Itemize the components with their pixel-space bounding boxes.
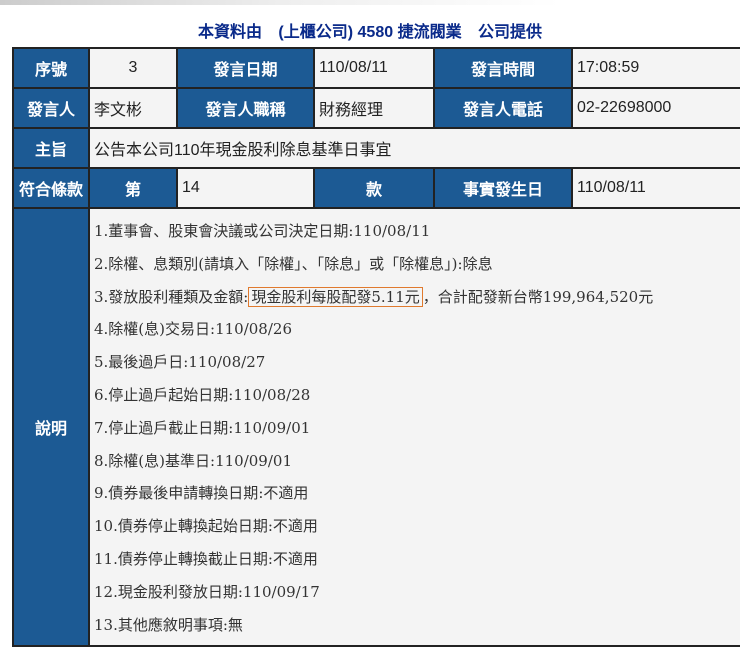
job-label: 發言人職稱 bbox=[176, 87, 315, 129]
desc-line: 9.債券最後申請轉換日期:不適用 bbox=[94, 484, 309, 503]
desc-line: 1.董事會、股東會決議或公司決定日期:110/08/11 bbox=[94, 222, 431, 240]
clause-di: 第 bbox=[88, 167, 178, 209]
highlighted-dividend: 現金股利每股配發5.11元 bbox=[248, 286, 423, 307]
desc-line: 2.除權、息類別(請填入「除權」、「除息」或「除權息」):除息 bbox=[94, 254, 493, 273]
fact-date-value: 110/08/11 bbox=[571, 167, 740, 209]
fact-date-label: 事實發生日 bbox=[433, 167, 573, 209]
seq-value: 3 bbox=[88, 47, 178, 89]
clause-label: 符合條款 bbox=[12, 167, 90, 209]
title-company: (上櫃公司) 4580 捷流閥業 bbox=[278, 24, 462, 41]
time-value: 17:08:59 bbox=[571, 47, 740, 89]
speaker-value: 李文彬 bbox=[88, 87, 178, 129]
desc-content: 1.董事會、股東會決議或公司決定日期:110/08/11 2.除權、息類別(請填… bbox=[88, 206, 740, 648]
desc-line: 5.最後過戶日:110/08/27 bbox=[94, 353, 266, 372]
title-prefix: 本資料由 bbox=[197, 24, 262, 41]
announcement-table: 序號 3 發言日期 110/08/11 發言時間 17:08:59 發言人 李文… bbox=[12, 47, 740, 648]
seq-label: 序號 bbox=[12, 47, 90, 89]
subject-label: 主旨 bbox=[12, 127, 90, 169]
page-title: 本資料由 (上櫃公司) 4580 捷流閥業 公司提供 bbox=[0, 18, 740, 42]
title-suffix: 公司提供 bbox=[478, 24, 543, 41]
table-row: 說明 1.董事會、股東會決議或公司決定日期:110/08/11 2.除權、息類別… bbox=[12, 206, 740, 648]
time-label: 發言時間 bbox=[433, 47, 573, 89]
desc-line: 8.除權(息)基準日:110/09/01 bbox=[94, 451, 292, 470]
desc-line: 7.停止過戶截止日期:110/09/01 bbox=[94, 418, 311, 437]
date-value: 110/08/11 bbox=[313, 47, 435, 89]
desc-line3-post: ，合計配發新台幣199,964,520元 bbox=[422, 287, 654, 306]
date-label: 發言日期 bbox=[176, 47, 315, 89]
desc-line: 6.停止過戶起始日期:110/08/28 bbox=[94, 385, 311, 404]
desc-line: 11.債券停止轉換截止日期:不適用 bbox=[94, 549, 318, 568]
desc-line: 13.其他應敘明事項:無 bbox=[94, 615, 243, 634]
job-value: 財務經理 bbox=[313, 87, 435, 129]
table-row: 序號 3 發言日期 110/08/11 發言時間 17:08:59 bbox=[12, 47, 740, 89]
table-row: 主旨 公告本公司110年現金股利除息基準日事宜 bbox=[12, 127, 740, 169]
top-bar bbox=[0, 0, 560, 5]
table-row: 符合條款 第 14 款 事實發生日 110/08/11 bbox=[12, 167, 740, 209]
desc-line: 12.現金股利發放日期:110/09/17 bbox=[94, 582, 320, 601]
speaker-label: 發言人 bbox=[12, 87, 90, 129]
table-row: 發言人 李文彬 發言人職稱 財務經理 發言人電話 02-22698000 bbox=[12, 87, 740, 129]
desc-line: 3.發放股利種類及金額: 現金股利每股配發5.11元 ，合計配發新台幣199,964… bbox=[94, 281, 738, 314]
clause-kuan: 款 bbox=[313, 167, 435, 209]
clause-value: 14 bbox=[176, 167, 315, 209]
desc-line: 4.除權(息)交易日:110/08/26 bbox=[94, 320, 292, 339]
desc-label: 說明 bbox=[12, 206, 90, 648]
desc-line3-pre: 3.發放股利種類及金額: bbox=[94, 287, 249, 306]
phone-label: 發言人電話 bbox=[433, 87, 573, 129]
phone-value: 02-22698000 bbox=[571, 87, 740, 129]
desc-line: 10.債券停止轉換起始日期:不適用 bbox=[94, 517, 318, 536]
subject-value: 公告本公司110年現金股利除息基準日事宜 bbox=[88, 127, 740, 169]
